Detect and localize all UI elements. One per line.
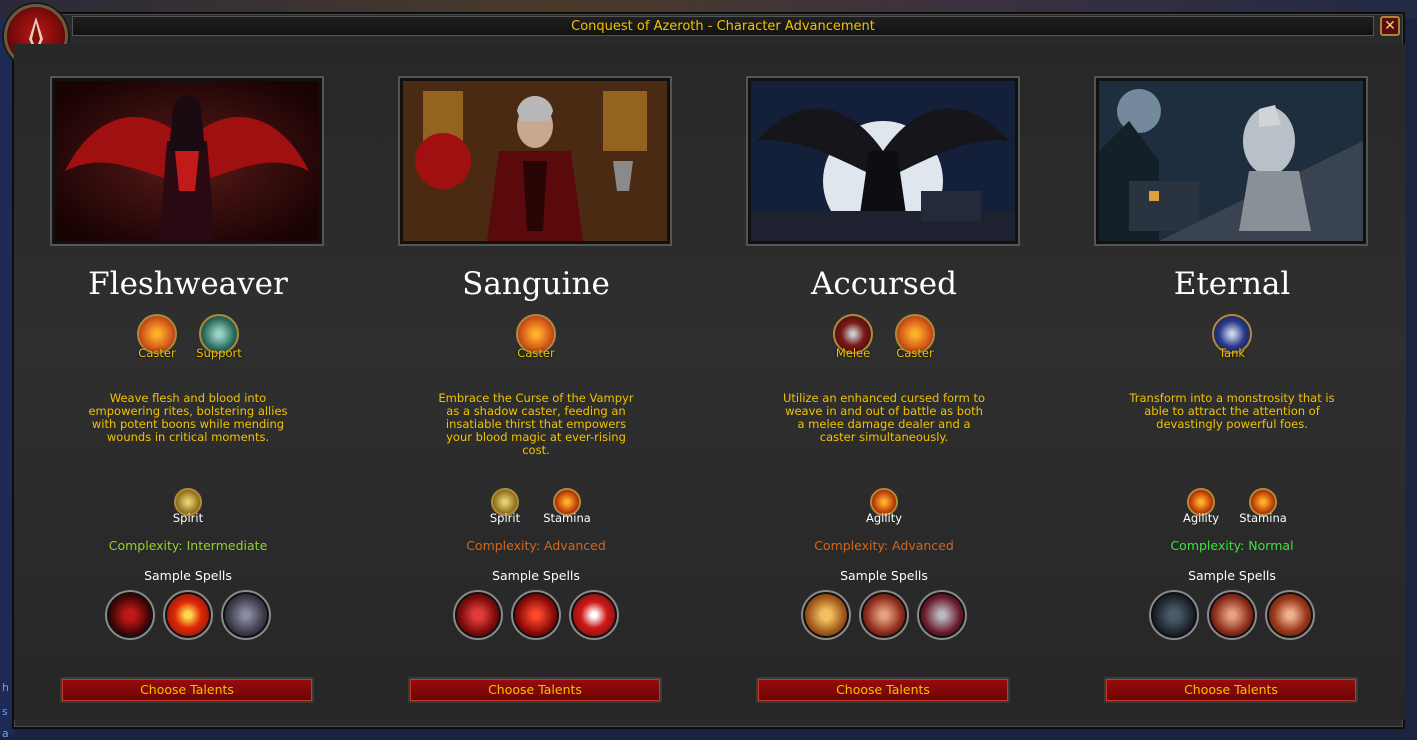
class-card-sanguine: Sanguine Caster Embrace the Curse of the…	[362, 44, 710, 720]
sample-spells-label: Sample Spells	[840, 568, 928, 583]
class-card-accursed: Accursed Melee Caster Utilize an enhance…	[710, 44, 1058, 720]
stat-label: Agility	[865, 511, 903, 525]
claw-strike-icon[interactable]	[1207, 590, 1257, 640]
claw-strike-icon[interactable]	[859, 590, 909, 640]
stat-label: Stamina	[1239, 511, 1287, 525]
blood-heart-icon[interactable]	[453, 590, 503, 640]
role-caster: Caster	[891, 314, 939, 364]
complexity-text: Complexity: Advanced	[466, 538, 606, 553]
class-name: Fleshweaver	[88, 266, 288, 302]
spell-list	[14, 590, 362, 640]
role-caster: Caster	[512, 314, 560, 364]
stat-stamina: Stamina	[543, 488, 591, 528]
sample-spells-label: Sample Spells	[144, 568, 232, 583]
background-text: s	[2, 705, 8, 718]
class-description: Utilize an enhanced cursed form to weave…	[783, 391, 985, 444]
class-art-image	[1094, 76, 1368, 246]
role-list: Melee Caster	[710, 314, 1058, 364]
class-description: Weave flesh and blood into empowering ri…	[88, 391, 288, 444]
class-art-image	[398, 76, 672, 246]
background-text: h	[2, 681, 9, 694]
class-card-fleshweaver: Fleshweaver Caster Support Weave flesh a…	[14, 44, 362, 720]
complexity-text: Complexity: Normal	[1170, 538, 1294, 553]
class-name: Eternal	[1173, 266, 1291, 302]
stat-agility: Agility	[1177, 488, 1225, 528]
rend-icon[interactable]	[1265, 590, 1315, 640]
spell-list	[362, 590, 710, 640]
class-description: Transform into a monstrosity that is abl…	[1129, 391, 1335, 431]
demon-face-icon[interactable]	[511, 590, 561, 640]
skull-icon[interactable]	[801, 590, 851, 640]
complexity-text: Complexity: Advanced	[814, 538, 954, 553]
choose-talents-button[interactable]: Choose Talents	[1104, 677, 1358, 703]
stat-label: Agility	[1182, 511, 1220, 525]
class-name: Sanguine	[462, 266, 610, 302]
stat-list: Spirit	[14, 488, 362, 528]
wolf-head-icon[interactable]	[1149, 590, 1199, 640]
window-title: Conquest of Azeroth - Character Advancem…	[571, 19, 875, 34]
stat-list: Spirit Stamina	[362, 488, 710, 528]
sample-spells-label: Sample Spells	[1188, 568, 1276, 583]
role-list: Tank	[1058, 314, 1406, 364]
stat-list: Agility	[710, 488, 1058, 528]
spell-list	[1058, 590, 1406, 640]
stat-spirit: Spirit	[481, 488, 529, 528]
role-label: Caster	[896, 346, 934, 360]
background-text: a	[2, 727, 9, 740]
role-label: Support	[196, 346, 242, 360]
title-bar[interactable]: Conquest of Azeroth - Character Advancem…	[72, 16, 1374, 36]
role-list: Caster Support	[14, 314, 362, 364]
stat-label: Spirit	[489, 511, 521, 525]
spell-list	[710, 590, 1058, 640]
class-card-eternal: Eternal Tank Transform into a monstrosit…	[1058, 44, 1406, 720]
role-label: Tank	[1218, 346, 1246, 360]
blood-vortex-icon[interactable]	[105, 590, 155, 640]
role-label: Caster	[517, 346, 555, 360]
stat-label: Spirit	[172, 511, 204, 525]
role-list: Caster	[362, 314, 710, 364]
stat-list: Agility Stamina	[1058, 488, 1406, 528]
role-tank: Tank	[1208, 314, 1256, 364]
class-name: Accursed	[811, 266, 957, 302]
close-button[interactable]: ✕	[1380, 16, 1400, 36]
choose-talents-button[interactable]: Choose Talents	[60, 677, 314, 703]
stat-stamina: Stamina	[1239, 488, 1287, 528]
role-label: Caster	[138, 346, 176, 360]
blood-drop-icon[interactable]	[163, 590, 213, 640]
stat-label: Stamina	[543, 511, 591, 525]
sample-spells-label: Sample Spells	[492, 568, 580, 583]
stat-agility: Agility	[860, 488, 908, 528]
choose-talents-button[interactable]: Choose Talents	[408, 677, 662, 703]
role-support: Support	[195, 314, 243, 364]
class-description: Embrace the Curse of the Vampyr as a sha…	[438, 391, 634, 457]
role-melee: Melee	[829, 314, 877, 364]
fanged-mouth-icon[interactable]	[569, 590, 619, 640]
shadow-wing-icon[interactable]	[221, 590, 271, 640]
role-label: Melee	[835, 346, 871, 360]
role-caster: Caster	[133, 314, 181, 364]
class-art-image	[50, 76, 324, 246]
choose-talents-button[interactable]: Choose Talents	[756, 677, 1010, 703]
stat-spirit: Spirit	[164, 488, 212, 528]
class-art-image	[746, 76, 1020, 246]
vampire-face-icon[interactable]	[917, 590, 967, 640]
complexity-text: Complexity: Intermediate	[108, 538, 268, 553]
